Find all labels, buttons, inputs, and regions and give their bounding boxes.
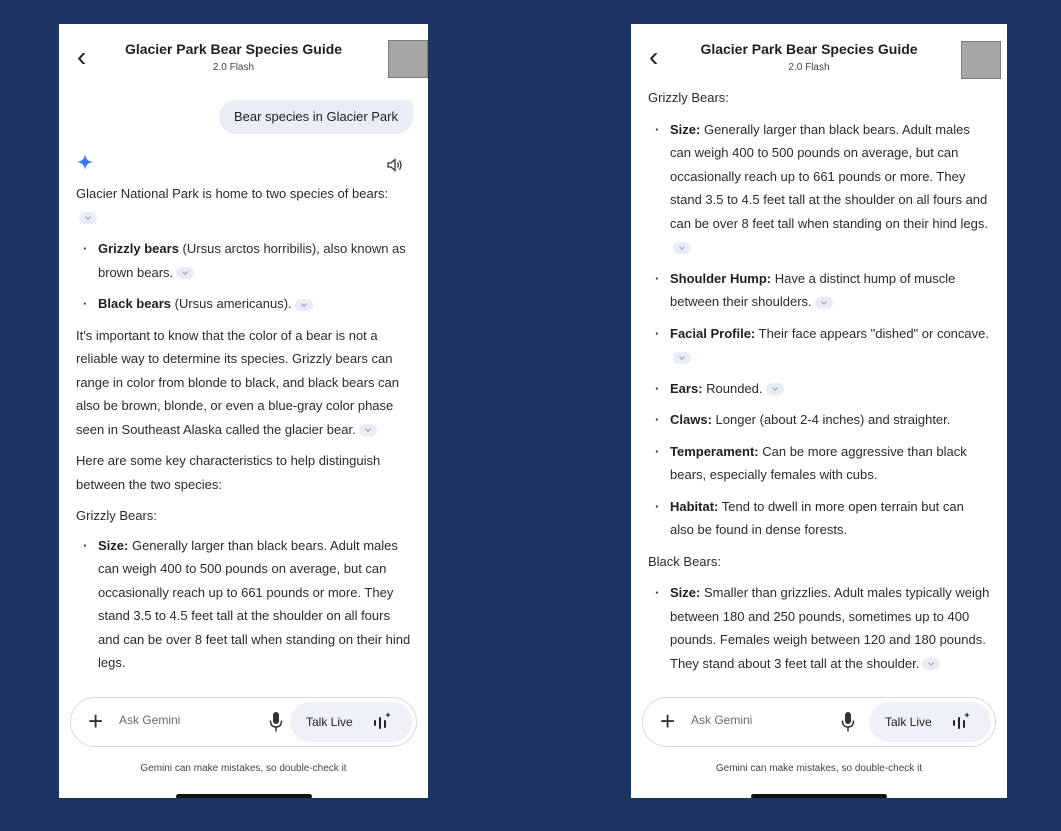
live-waveform-icon [374, 712, 391, 729]
item-label: Temperament: [670, 443, 759, 459]
title-block: Glacier Park Bear Species Guide 2.0 Flas… [99, 41, 368, 73]
plus-icon[interactable]: + [660, 708, 675, 734]
talk-live-button[interactable]: Talk Live [869, 702, 991, 742]
back-icon[interactable]: ‹ [77, 43, 99, 71]
item-label: Habitat: [670, 498, 719, 514]
item-label: Ears: [670, 380, 703, 396]
speaker-icon[interactable] [387, 158, 403, 172]
prompt-bar: + Ask Gemini Talk Live [642, 697, 996, 747]
list-item: Shoulder Hump: Have a distinct hump of m… [648, 267, 990, 314]
source-chip[interactable] [922, 658, 941, 671]
item-label: Shoulder Hump: [670, 270, 772, 286]
source-chip[interactable] [79, 212, 97, 225]
prompt-bar: + Ask Gemini Talk Live [70, 697, 417, 747]
back-icon[interactable]: ‹ [649, 43, 671, 71]
user-message: Bear species in Glacier Park [218, 100, 413, 134]
title-block: Glacier Park Bear Species Guide 2.0 Flas… [671, 41, 947, 73]
species-list: Grizzly bears (Ursus arctos horribilis),… [76, 237, 411, 316]
item-label: Black bears [98, 296, 171, 311]
list-item: Size: Generally larger than black bears.… [648, 118, 990, 259]
item-label: Size: [670, 121, 701, 137]
chat-header: ‹ Glacier Park Bear Species Guide 2.0 Fl… [631, 24, 1007, 86]
live-waveform-icon [953, 712, 970, 729]
list-item: Claws: Longer (about 2-4 inches) and str… [648, 408, 990, 432]
color-note-paragraph: It's important to know that the color of… [76, 324, 411, 442]
talk-live-label: Talk Live [885, 715, 932, 729]
list-item: Grizzly bears (Ursus arctos horribilis),… [76, 237, 411, 284]
black-heading: Black Bears: [648, 553, 721, 569]
item-label: Grizzly bears [98, 241, 179, 256]
microphone-icon[interactable] [841, 711, 855, 733]
item-label: Size: [98, 537, 129, 553]
source-chip[interactable] [294, 298, 313, 311]
color-note-text: It's important to know that the color of… [76, 327, 400, 437]
gemini-sparkle-icon [77, 154, 93, 170]
home-indicator[interactable] [175, 794, 312, 798]
disclaimer-text: Gemini can make mistakes, so double-chec… [715, 763, 923, 774]
intro-paragraph: Glacier National Park is home to two spe… [76, 182, 411, 229]
grizzly-heading: Grizzly Bears: [76, 508, 157, 523]
list-item: Size: Smaller than grizzlies. Adult male… [648, 581, 990, 675]
item-text: Smaller than grizzlies. Adult males typi… [670, 585, 990, 671]
avatar[interactable] [388, 40, 428, 78]
source-chip[interactable] [765, 383, 784, 396]
model-label[interactable]: 2.0 Flash [671, 62, 947, 73]
list-item: Ears: Rounded. [648, 377, 990, 401]
item-text: Generally larger than black bears. Adult… [98, 537, 411, 671]
phone-screen-right: ‹ Glacier Park Bear Species Guide 2.0 Fl… [631, 24, 1007, 798]
microphone-icon[interactable] [269, 711, 283, 733]
item-label: Facial Profile: [670, 325, 756, 341]
item-label: Claws: [670, 412, 712, 427]
home-indicator[interactable] [751, 794, 887, 798]
avatar[interactable] [961, 41, 1001, 79]
item-label: Size: [670, 585, 701, 600]
intro-text: Glacier National Park is home to two spe… [76, 186, 389, 201]
grizzly-heading: Grizzly Bears: [648, 90, 729, 105]
ask-input[interactable]: Ask Gemini [119, 713, 180, 727]
item-text: Longer (about 2-4 inches) and straighter… [711, 412, 951, 427]
black-list: Size: Smaller than grizzlies. Adult male… [648, 581, 990, 675]
response-header [76, 134, 411, 182]
talk-live-button[interactable]: Talk Live [290, 702, 412, 742]
ask-input[interactable]: Ask Gemini [691, 713, 752, 727]
list-item: Facial Profile: Their face appears "dish… [648, 322, 990, 369]
item-text: Generally larger than black bears. Adult… [670, 121, 988, 231]
chat-content[interactable]: Grizzly Bears: Size: Generally larger th… [631, 86, 1007, 698]
characteristics-intro: Here are some key characteristics to hel… [76, 453, 381, 492]
source-chip[interactable] [673, 351, 691, 364]
plus-icon[interactable]: + [88, 708, 103, 734]
chat-header: ‹ Glacier Park Bear Species Guide 2.0 Fl… [59, 24, 428, 86]
grizzly-list: Size: Generally larger than black bears.… [76, 534, 411, 675]
source-chip[interactable] [814, 296, 833, 309]
chat-title: Glacier Park Bear Species Guide [700, 41, 918, 57]
list-item: Black bears (Ursus americanus). [76, 292, 411, 316]
disclaimer-text: Gemini can make mistakes, so double-chec… [140, 763, 347, 774]
item-text: Their face appears "dished" or concave. [755, 325, 989, 341]
list-item: Habitat: Tend to dwell in more open terr… [648, 495, 990, 542]
grizzly-list: Size: Generally larger than black bears.… [648, 118, 990, 542]
source-chip[interactable] [673, 241, 691, 254]
chat-content[interactable]: Bear species in Glacier Park Glacier Nat… [59, 86, 428, 698]
source-chip[interactable] [358, 424, 377, 437]
list-item: Temperament: Can be more aggressive than… [648, 440, 990, 487]
item-text: (Ursus americanus). [171, 296, 292, 311]
model-label[interactable]: 2.0 Flash [99, 62, 368, 73]
talk-live-label: Talk Live [306, 715, 353, 729]
chat-title: Glacier Park Bear Species Guide [124, 41, 343, 57]
list-item: Size: Generally larger than black bears.… [76, 534, 411, 675]
item-text: Rounded. [702, 380, 763, 396]
phone-screen-left: ‹ Glacier Park Bear Species Guide 2.0 Fl… [59, 24, 428, 798]
source-chip[interactable] [176, 267, 195, 280]
